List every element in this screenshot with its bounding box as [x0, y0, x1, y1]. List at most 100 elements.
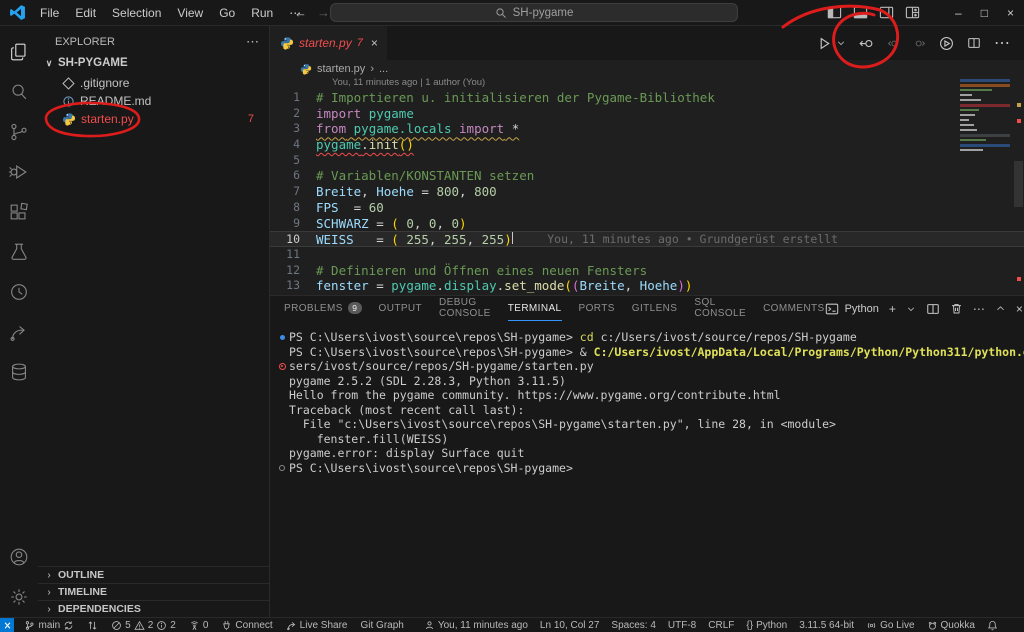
minimap[interactable] — [960, 79, 1010, 154]
split-editor-icon[interactable] — [967, 36, 981, 50]
explorer-icon — [8, 41, 30, 63]
breadcrumb[interactable]: starten.py › ... — [270, 60, 1024, 77]
panel-tab-sql-console[interactable]: SQL CONSOLE — [694, 296, 746, 321]
maximize-window-icon[interactable]: □ — [981, 6, 988, 20]
command-success-icon — [275, 335, 289, 340]
section-outline[interactable]: ›OUTLINE — [38, 566, 269, 583]
status-git-graph[interactable]: Git Graph — [360, 620, 403, 631]
activity-source-control[interactable] — [0, 112, 38, 152]
layout-panel-icon[interactable] — [853, 5, 868, 20]
line-number: 5 — [270, 153, 316, 169]
chevron-down-icon: ∨ — [43, 58, 55, 69]
activity-explorer[interactable] — [0, 32, 38, 72]
run-interactive-icon[interactable] — [939, 36, 954, 51]
layout-sidebar-left-icon[interactable] — [827, 5, 842, 20]
bell-icon — [987, 620, 998, 631]
activity-testing[interactable] — [0, 232, 38, 272]
terminal-icon[interactable] — [825, 302, 839, 316]
panel-tabs: PROBLEMS9 OUTPUT DEBUG CONSOLE TERMINAL PORT… — [284, 296, 825, 321]
status-text: Live Share — [300, 620, 348, 631]
menu-run[interactable]: Run — [243, 6, 281, 20]
panel-tab-problems[interactable]: PROBLEMS9 — [284, 296, 362, 321]
file-readme-md[interactable]: README.md — [38, 92, 269, 110]
activity-live-share[interactable] — [0, 312, 38, 352]
status-python-version[interactable]: 3.11.5 64-bit — [799, 620, 854, 631]
minimap-row — [960, 149, 983, 151]
run-icon[interactable] — [817, 36, 832, 51]
explorer-more-actions-icon[interactable]: ⋯ — [246, 34, 259, 50]
minimize-window-icon[interactable]: – — [955, 6, 962, 20]
activity-extensions[interactable] — [0, 192, 38, 232]
layout-sidebar-right-icon[interactable] — [879, 5, 894, 20]
plus-icon[interactable]: + — [889, 302, 896, 316]
status-connect[interactable]: Connect — [221, 620, 272, 631]
chevron-down-icon[interactable] — [836, 38, 846, 48]
ellipsis-icon[interactable]: ⋯ — [973, 302, 985, 316]
status-cursor-position[interactable]: Ln 10, Col 27 — [540, 620, 600, 631]
activity-settings[interactable] — [0, 577, 38, 617]
code-text: import pygame — [316, 106, 414, 122]
menu-go[interactable]: Go — [211, 6, 243, 20]
status-language-mode[interactable]: {}Python — [746, 620, 787, 631]
terminal-output[interactable]: PS C:\Users\ivost\source\repos\SH-pygame… — [270, 321, 1024, 475]
command-center-search[interactable]: SH-pygame — [330, 3, 738, 22]
close-tab-icon[interactable]: × — [371, 36, 378, 50]
ellipsis-icon[interactable]: ⋯ — [994, 33, 1010, 53]
status-blame[interactable]: You, 11 minutes ago — [424, 620, 528, 631]
file--gitignore[interactable]: .gitignore — [38, 74, 269, 92]
account-icon — [8, 546, 30, 568]
activity-run-debug[interactable] — [0, 152, 38, 192]
panel-tab-output[interactable]: OUTPUT — [379, 296, 423, 321]
status-live-share[interactable]: Live Share — [286, 620, 348, 631]
status-ports-forwarded[interactable]: 0 — [189, 620, 209, 631]
file-starten-py[interactable]: starten.py7 — [38, 110, 269, 128]
activity-gitlens[interactable] — [0, 272, 38, 312]
explorer-root-folder[interactable]: ∨ SH-PYGAME — [38, 52, 269, 74]
minimap-row — [960, 114, 975, 116]
activity-account[interactable] — [0, 537, 38, 577]
chevron-down-icon[interactable] — [906, 304, 916, 314]
activity-search[interactable] — [0, 72, 38, 112]
prev-change-icon[interactable] — [887, 37, 900, 50]
section-timeline[interactable]: ›TIMELINE — [38, 583, 269, 600]
menu-selection[interactable]: Selection — [104, 6, 169, 20]
panel-tab-gitlens[interactable]: GITLENS — [632, 296, 678, 321]
split-editor-icon[interactable] — [926, 302, 940, 316]
scrollbar[interactable] — [1014, 161, 1023, 207]
menu-edit[interactable]: Edit — [67, 6, 104, 20]
remote-indicator[interactable] — [0, 618, 14, 632]
activity-database[interactable] — [0, 352, 38, 392]
open-changes-icon[interactable] — [859, 36, 874, 51]
close-window-icon[interactable]: × — [1007, 6, 1014, 20]
close-icon[interactable]: × — [1016, 302, 1023, 316]
status-text: Connect — [235, 620, 272, 631]
menu-view[interactable]: View — [169, 6, 211, 20]
status-branch[interactable]: main — [24, 620, 74, 631]
panel-tab-debug-console[interactable]: DEBUG CONSOLE — [439, 296, 491, 321]
status-problems[interactable]: 522 — [111, 620, 176, 631]
status-compare-changes[interactable] — [87, 620, 98, 631]
status-eol[interactable]: CRLF — [708, 620, 734, 631]
panel-tab-comments[interactable]: COMMENTS — [763, 296, 825, 321]
codelens-annotation[interactable]: You, 11 minutes ago | 1 author (You) — [270, 77, 1024, 90]
code-editor[interactable]: You, 11 minutes ago | 1 author (You) 1# … — [270, 77, 1024, 295]
section-dependencies[interactable]: ›DEPENDENCIES — [38, 600, 269, 617]
code-line-3: 3from pygame.locals import * — [270, 121, 1024, 137]
menu-file[interactable]: File — [32, 6, 67, 20]
tab-starten-py[interactable]: starten.py 7 × — [270, 26, 387, 60]
trash-icon[interactable] — [950, 302, 963, 315]
panel-tab-terminal[interactable]: TERMINAL — [508, 296, 562, 321]
status-quokka[interactable]: Quokka — [927, 620, 975, 631]
minimap-row — [960, 129, 977, 131]
layout-customize-icon[interactable] — [905, 5, 920, 20]
forward-arrow-icon[interactable]: → — [317, 5, 330, 20]
next-change-icon[interactable] — [913, 37, 926, 50]
status-indentation[interactable]: Spaces: 4 — [611, 620, 655, 631]
panel-tab-ports[interactable]: PORTS — [579, 296, 615, 321]
code-text: from pygame.locals import * — [316, 121, 519, 137]
chevron-up-icon[interactable] — [995, 303, 1006, 314]
status-encoding[interactable]: UTF-8 — [668, 620, 696, 631]
status-go-live[interactable]: Go Live — [866, 620, 914, 631]
status-notifications[interactable] — [987, 620, 998, 631]
back-arrow-icon[interactable]: ← — [294, 5, 307, 20]
